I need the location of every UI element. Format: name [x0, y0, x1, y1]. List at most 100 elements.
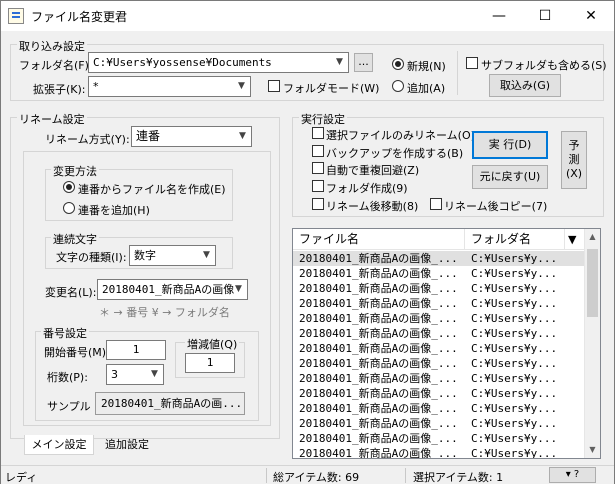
- increment-input[interactable]: 1: [185, 353, 235, 373]
- close-button[interactable]: ✕: [568, 1, 614, 31]
- option-avoid-duplicate-checkbox[interactable]: [312, 162, 324, 174]
- row-folder-name: C:¥Users¥y...: [471, 372, 558, 385]
- char-type-value: 数字: [134, 249, 156, 262]
- title-bar: ファイル名変更君 — ☐ ✕: [1, 1, 614, 31]
- row-file-name: 20180401_新商品Aの画像_...: [299, 387, 458, 400]
- digits-value: 3: [111, 368, 118, 381]
- maximize-button[interactable]: ☐: [522, 1, 568, 31]
- ext-combo[interactable]: * ▼: [88, 76, 251, 97]
- digits-label: 桁数(P):: [47, 371, 88, 384]
- char-type-label: 文字の種類(I):: [56, 251, 127, 264]
- table-row[interactable]: 20180401_新商品Aの画像_... C:¥Users¥y...: [293, 266, 585, 281]
- row-folder-name: C:¥Users¥y...: [471, 447, 558, 459]
- table-row[interactable]: 20180401_新商品Aの画像_... C:¥Users¥y...: [293, 371, 585, 386]
- row-folder-name: C:¥Users¥y...: [471, 357, 558, 370]
- change-name-value: 20180401_新商品Aの画像: [102, 283, 235, 296]
- column-folder-name[interactable]: フォルダ名: [465, 229, 565, 250]
- list-scrollbar[interactable]: ▲ ▼: [584, 229, 600, 458]
- column-menu-icon[interactable]: ▼: [565, 229, 586, 250]
- row-file-name: 20180401_新商品Aの画像_...: [299, 342, 458, 355]
- scroll-thumb[interactable]: [587, 249, 598, 317]
- radio-add[interactable]: [392, 80, 404, 92]
- number-settings-label: 番号設定: [41, 325, 89, 341]
- row-file-name: 20180401_新商品Aの画像_...: [299, 297, 458, 310]
- row-folder-name: C:¥Users¥y...: [471, 342, 558, 355]
- chevron-down-icon[interactable]: ▼: [234, 127, 251, 146]
- table-row[interactable]: 20180401_新商品Aの画像_... C:¥Users¥y...: [293, 326, 585, 341]
- row-folder-name: C:¥Users¥y...: [471, 387, 558, 400]
- change-name-label: 変更名(L):: [45, 286, 97, 299]
- start-number-input[interactable]: 1: [106, 340, 166, 360]
- radio-make-label: 連番からファイル名を作成(E): [78, 183, 226, 196]
- folder-mode-checkbox[interactable]: [268, 80, 280, 92]
- table-row[interactable]: 20180401_新商品Aの画像_... C:¥Users¥y...: [293, 281, 585, 296]
- column-file-name[interactable]: ファイル名: [293, 229, 465, 250]
- option-copy-after-checkbox[interactable]: [430, 198, 442, 210]
- row-folder-name: C:¥Users¥y...: [471, 252, 558, 265]
- scroll-up-icon[interactable]: ▲: [585, 229, 600, 245]
- table-row[interactable]: 20180401_新商品Aの画像_... C:¥Users¥y...: [293, 311, 585, 326]
- chevron-down-icon[interactable]: ▼: [198, 246, 215, 265]
- ext-label: 拡張子(K):: [33, 83, 86, 96]
- tab-main-settings[interactable]: メイン設定: [24, 435, 94, 455]
- change-name-combo[interactable]: 20180401_新商品Aの画像 ▼: [97, 279, 248, 300]
- row-file-name: 20180401_新商品Aの画像_...: [299, 357, 458, 370]
- option-create-folder-checkbox[interactable]: [312, 180, 324, 192]
- table-row[interactable]: 20180401_新商品Aの画像_... C:¥Users¥y...: [293, 446, 585, 459]
- table-row[interactable]: 20180401_新商品Aの画像_... C:¥Users¥y...: [293, 296, 585, 311]
- minimize-button[interactable]: —: [476, 1, 522, 31]
- table-row[interactable]: 20180401_新商品Aの画像_... C:¥Users¥y...: [293, 356, 585, 371]
- option-move-after-checkbox[interactable]: [312, 198, 324, 210]
- chevron-down-icon[interactable]: ▼: [146, 365, 163, 384]
- undo-button[interactable]: 元に戻す(U): [472, 165, 548, 189]
- row-file-name: 20180401_新商品Aの画像_...: [299, 312, 458, 325]
- chevron-down-icon[interactable]: ▼: [230, 280, 247, 299]
- table-row[interactable]: 20180401_新商品Aの画像_... C:¥Users¥y...: [293, 386, 585, 401]
- radio-append-serial[interactable]: [63, 202, 75, 214]
- divider: [457, 51, 458, 95]
- exec-settings-label: 実行設定: [299, 111, 347, 127]
- table-row[interactable]: 20180401_新商品Aの画像_... C:¥Users¥y...: [293, 401, 585, 416]
- option-selected-only-label: 選択ファイルのみリネーム(O): [326, 129, 475, 142]
- method-value: 連番: [136, 129, 161, 143]
- import-button[interactable]: 取込み(G): [489, 74, 561, 97]
- divider: [405, 468, 406, 483]
- row-folder-name: C:¥Users¥y...: [471, 297, 558, 310]
- table-row[interactable]: 20180401_新商品Aの画像_... C:¥Users¥y...: [293, 431, 585, 446]
- preview-button-label-2: 測: [568, 153, 580, 166]
- radio-new[interactable]: [392, 58, 404, 70]
- status-selected-items: 選択アイテム数: 1: [413, 471, 504, 484]
- row-file-name: 20180401_新商品Aの画像_...: [299, 372, 458, 385]
- preview-button[interactable]: 予 測 (X): [561, 131, 587, 189]
- run-button[interactable]: 実 行(D): [472, 131, 548, 159]
- row-file-name: 20180401_新商品Aの画像_...: [299, 252, 458, 265]
- radio-make-from-serial[interactable]: [63, 181, 75, 193]
- digits-combo[interactable]: 3 ▼: [106, 364, 164, 385]
- chevron-down-icon[interactable]: ▼: [331, 53, 348, 72]
- table-row[interactable]: 20180401_新商品Aの画像_... C:¥Users¥y...: [293, 341, 585, 356]
- main-window: ファイル名変更君 — ☐ ✕ 取り込み設定 フォルダ名(F): C:¥Users…: [0, 0, 615, 484]
- option-selected-only-checkbox[interactable]: [312, 127, 324, 139]
- table-row[interactable]: 20180401_新商品Aの画像_... C:¥Users¥y...: [293, 416, 585, 431]
- increment-label: 増減値(Q): [185, 336, 240, 352]
- preview-button-label-3: (X): [565, 167, 583, 180]
- folder-mode-label: フォルダモード(W): [283, 82, 380, 95]
- char-type-combo[interactable]: 数字 ▼: [129, 245, 216, 266]
- row-file-name: 20180401_新商品Aの画像_...: [299, 447, 458, 459]
- include-sub-checkbox[interactable]: [466, 57, 478, 69]
- scroll-down-icon[interactable]: ▼: [585, 442, 600, 458]
- folder-combo[interactable]: C:¥Users¥yossense¥Documents ▼: [88, 52, 349, 73]
- option-backup-checkbox[interactable]: [312, 145, 324, 157]
- table-row[interactable]: 20180401_新商品Aの画像_... C:¥Users¥y...: [293, 251, 585, 266]
- tab-additional-settings[interactable]: 追加設定: [96, 435, 158, 455]
- file-list[interactable]: ファイル名 フォルダ名 ▼ 20180401_新商品Aの画像_... C:¥Use…: [292, 228, 601, 459]
- chevron-down-icon[interactable]: ▼: [233, 77, 250, 96]
- help-button[interactable]: ▾ ?: [549, 467, 596, 483]
- option-avoid-duplicate-label: 自動で重複回避(Z): [326, 164, 420, 177]
- include-sub-label: サブフォルダも含める(S): [481, 59, 607, 72]
- browse-button[interactable]: ...: [354, 53, 373, 72]
- file-list-rows: 20180401_新商品Aの画像_... C:¥Users¥y... 2018040…: [293, 251, 585, 459]
- folder-label: フォルダ名(F):: [19, 59, 93, 72]
- start-number-label: 開始番号(M):: [44, 346, 110, 359]
- method-combo[interactable]: 連番 ▼: [131, 126, 252, 147]
